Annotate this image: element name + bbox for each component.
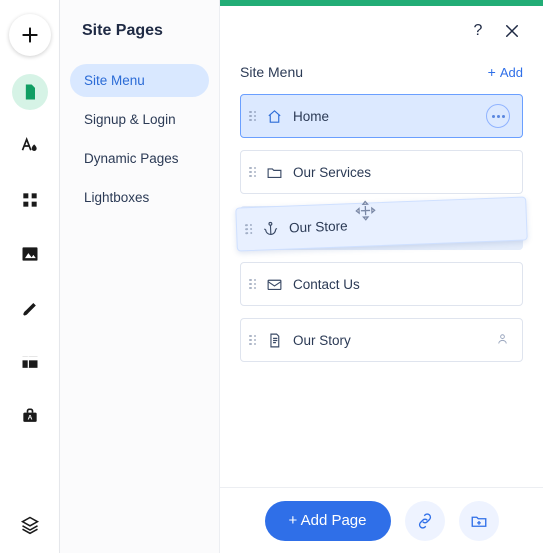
link-icon	[416, 512, 434, 530]
add-page-button[interactable]: + Add Page	[265, 501, 391, 541]
page-list: Home Our Services Contact Us	[240, 94, 523, 362]
drag-handle-icon[interactable]	[249, 111, 257, 122]
plus-icon	[20, 25, 40, 45]
pen-icon	[20, 298, 40, 318]
category-site-menu[interactable]: Site Menu	[70, 64, 209, 97]
drag-handle-icon[interactable]	[249, 279, 257, 290]
left-rail: A	[0, 0, 60, 553]
members-icon	[495, 331, 510, 349]
add-menu-link[interactable]: Add	[488, 64, 523, 80]
page-doc-icon	[265, 331, 283, 349]
rail-theme-button[interactable]	[12, 128, 48, 164]
rail-apps-button[interactable]	[12, 182, 48, 218]
folder-plus-icon	[470, 512, 488, 530]
category-signup-login[interactable]: Signup & Login	[70, 103, 209, 136]
layers-icon	[20, 515, 40, 535]
drag-handle-icon[interactable]	[249, 167, 257, 178]
font-drop-icon	[20, 136, 40, 156]
pages-column: Site Menu Add Home Our Services	[220, 0, 543, 553]
bottom-action-bar: + Add Page	[220, 487, 543, 553]
image-icon	[20, 244, 40, 264]
category-column: Site Pages ? Site Menu Signup & Login Dy…	[60, 0, 220, 553]
rail-store-button[interactable]: A	[12, 398, 48, 434]
page-row-home[interactable]: Home	[240, 94, 523, 138]
add-element-button[interactable]	[9, 14, 51, 56]
drag-handle-icon[interactable]	[249, 335, 257, 346]
briefcase-icon: A	[20, 406, 40, 426]
svg-text:A: A	[27, 414, 32, 421]
page-icon	[20, 82, 40, 102]
page-label: Contact Us	[293, 277, 510, 292]
page-more-button[interactable]	[486, 104, 510, 128]
page-label: Our Story	[293, 333, 495, 348]
drop-target-slot	[240, 206, 523, 250]
page-row-our-services[interactable]: Our Services	[240, 150, 523, 194]
pages-heading: Site Menu	[240, 64, 303, 80]
rail-layers-button[interactable]	[0, 515, 59, 535]
home-icon	[265, 107, 283, 125]
page-row-contact-us[interactable]: Contact Us	[240, 262, 523, 306]
panel-title: Site Pages	[82, 22, 163, 40]
category-dynamic-pages[interactable]: Dynamic Pages	[70, 142, 209, 175]
grid-icon	[20, 190, 40, 210]
mail-icon	[265, 275, 283, 293]
page-row-our-story[interactable]: Our Story	[240, 318, 523, 362]
rail-media-button[interactable]	[12, 236, 48, 272]
table-icon	[20, 352, 40, 372]
page-label: Home	[293, 109, 486, 124]
page-label: Our Services	[293, 165, 510, 180]
folder-icon	[265, 163, 283, 181]
category-lightboxes[interactable]: Lightboxes	[70, 181, 209, 214]
add-link-button[interactable]	[405, 501, 445, 541]
rail-data-button[interactable]	[12, 344, 48, 380]
add-folder-button[interactable]	[459, 501, 499, 541]
rail-blog-button[interactable]	[12, 290, 48, 326]
rail-pages-button[interactable]	[12, 74, 48, 110]
